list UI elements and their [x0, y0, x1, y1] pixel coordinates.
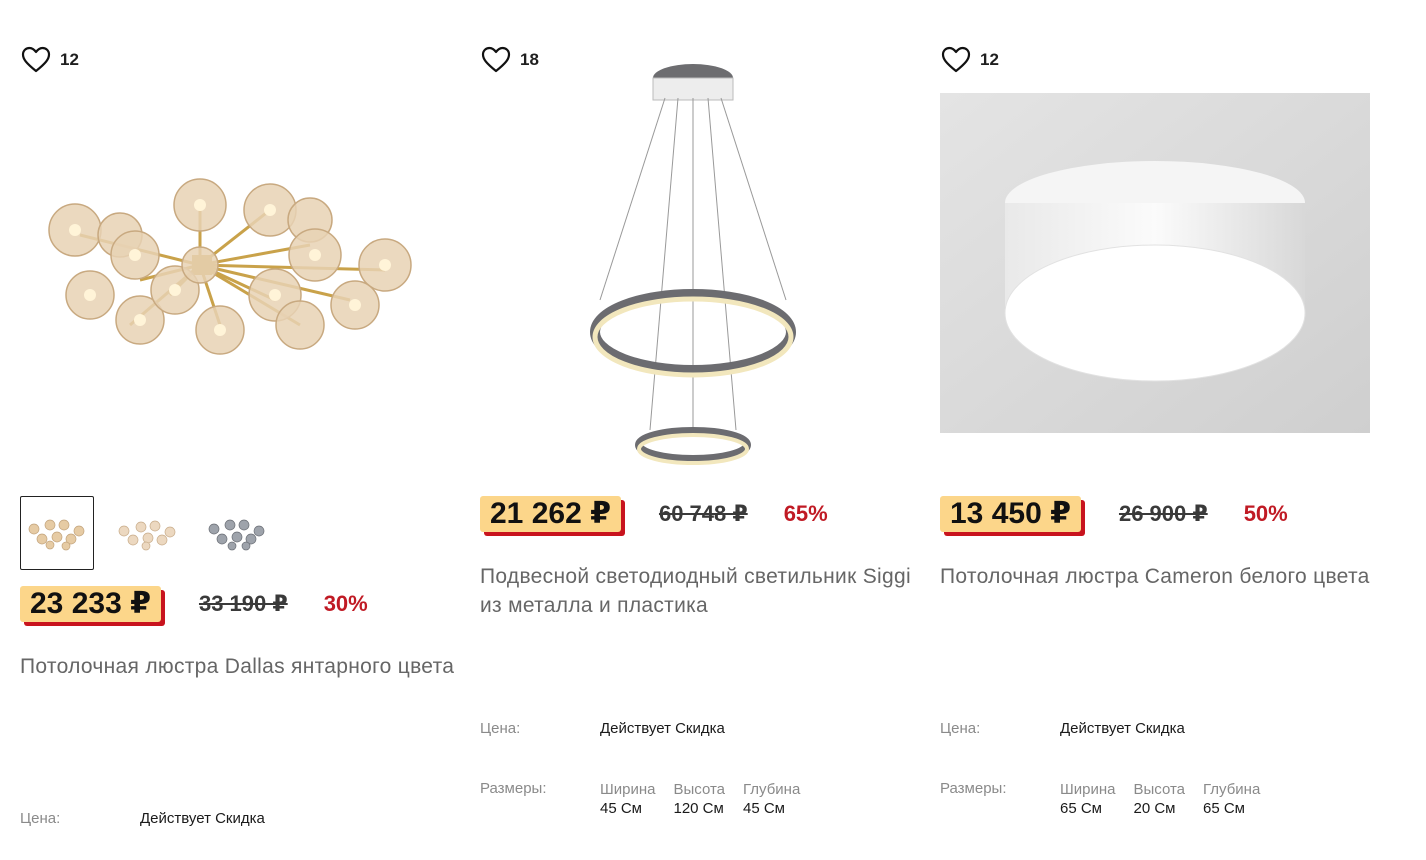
dimension-name: Высота — [673, 781, 725, 798]
favorites-count: 12 — [60, 50, 79, 69]
dimension-value: 45 См — [600, 800, 642, 817]
product-card[interactable]: 12 23 233 ₽ 33 190 ₽ 30% Потолочная люст… — [20, 0, 470, 860]
discount-badge: 30% — [323, 591, 368, 616]
dimension-width: Ширина 65 См — [1060, 780, 1115, 818]
price-label: Цена: — [20, 810, 61, 827]
price-note: Действует Скидка — [1060, 720, 1185, 737]
heart-outline-icon — [941, 46, 971, 73]
price-note: Действует Скидка — [600, 720, 725, 737]
sizes-label: Размеры: — [940, 780, 1007, 797]
favorites-count: 12 — [980, 50, 999, 69]
dimension-name: Высота — [1133, 781, 1185, 798]
thumbnail-3[interactable] — [200, 496, 274, 570]
product-image[interactable] — [20, 95, 440, 455]
product-card[interactable]: 18 21 262 ₽ 60 748 ₽ 65% Подвесной свето… — [480, 0, 930, 860]
old-price: 60 748 ₽ — [658, 501, 748, 526]
product-card[interactable]: 12 13 450 ₽ 26 900 ₽ 50% Потолочная люст… — [940, 0, 1390, 860]
thumbnail-2[interactable] — [110, 496, 184, 570]
product-title[interactable]: Потолочная люстра Cameron белого цвета — [940, 562, 1380, 591]
dimension-name: Глубина — [1203, 781, 1261, 798]
price-label: Цена: — [480, 720, 521, 737]
dimension-value: 120 См — [673, 800, 724, 817]
product-title[interactable]: Потолочная люстра Dallas янтарного цвета — [20, 652, 460, 681]
dimension-value: 65 См — [1203, 800, 1245, 817]
dimension-value: 45 См — [743, 800, 785, 817]
thumbnail-1[interactable] — [20, 496, 94, 570]
product-image[interactable] — [480, 60, 910, 470]
discount-badge: 50% — [1243, 501, 1288, 526]
current-price: 13 450 ₽ — [940, 496, 1081, 532]
thumbnail-image — [28, 519, 85, 551]
discount-badge: 65% — [783, 501, 828, 526]
favorite-button[interactable]: 12 — [940, 44, 999, 76]
old-price: 33 190 ₽ — [198, 591, 288, 616]
thumbnail-image — [118, 520, 176, 551]
dimension-value: 65 См — [1060, 800, 1102, 817]
dimension-height: Высота 20 См — [1133, 780, 1185, 818]
dimension-value: 20 См — [1133, 800, 1176, 817]
thumbnail-image — [208, 519, 265, 551]
price-label: Цена: — [940, 720, 981, 737]
dimension-name: Ширина — [1060, 781, 1116, 798]
dimension-name: Глубина — [743, 781, 801, 798]
dimension-depth: Глубина 65 См — [1203, 780, 1260, 818]
price-row: 13 450 ₽ 26 900 ₽ 50% — [940, 494, 1288, 534]
price-row: 23 233 ₽ 33 190 ₽ 30% — [20, 584, 368, 624]
image-thumbnails — [20, 496, 274, 570]
sizes-label: Размеры: — [480, 780, 547, 797]
price-note: Действует Скидка — [140, 810, 265, 827]
product-title[interactable]: Подвесной светодиодный светильник Siggi … — [480, 562, 920, 620]
dimension-depth: Глубина 45 См — [743, 780, 800, 818]
current-price: 23 233 ₽ — [20, 586, 161, 622]
dimensions: Ширина 45 См Высота 120 См Глубина 45 См — [600, 780, 818, 818]
dimension-height: Высота 120 См — [673, 780, 725, 818]
product-image[interactable] — [940, 93, 1370, 433]
dimension-name: Ширина — [600, 781, 656, 798]
old-price: 26 900 ₽ — [1118, 501, 1208, 526]
current-price: 21 262 ₽ — [480, 496, 621, 532]
favorite-button[interactable]: 12 — [20, 44, 79, 76]
dimensions: Ширина 65 См Высота 20 См Глубина 65 См — [1060, 780, 1278, 818]
dimension-width: Ширина 45 См — [600, 780, 655, 818]
price-row: 21 262 ₽ 60 748 ₽ 65% — [480, 494, 828, 534]
heart-outline-icon — [21, 46, 51, 73]
